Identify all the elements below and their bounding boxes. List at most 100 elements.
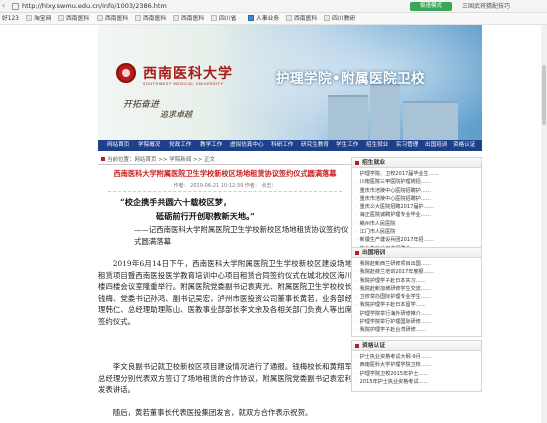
bookmark-item[interactable]: 人事业务 (248, 15, 279, 23)
bookmark-item[interactable]: 西南医科 (97, 15, 128, 23)
page-icon (173, 15, 179, 21)
sidebar-news-link[interactable]: 江门市人民医院 (356, 228, 481, 236)
sidebar-news-link[interactable]: 重庆市涪陵中心医院招聘护…… (356, 187, 481, 195)
sidebar-news-link[interactable]: 新疆生产建设兵团2017年招…… (356, 236, 481, 244)
sidebar-news-link[interactable]: 赣州市人民医院 (356, 220, 481, 228)
bookmark-item[interactable]: 好123 (2, 15, 19, 23)
page-icon (211, 15, 217, 21)
breadcrumb-home-link[interactable]: 网站首页 (135, 157, 157, 163)
bookmarks-bar: 好123 淘宝网 西南医科 西南医科 西南医科 西南医科 四川省 人事业务 西南… (0, 13, 547, 25)
building-image (328, 95, 368, 140)
sidebar-news-link[interactable]: 重庆市涪陵中心医院招聘护…… (356, 195, 481, 203)
sidebar-certification-list: 护士执业资格考试大纲-9月…… 西南医科大学护理学院卫校…… 护理学院卫校201… (352, 351, 481, 386)
sidebar-news-link[interactable]: 2015年护士执业资格考试…… (356, 378, 481, 386)
main-nav: 网站首页 学院概况 党政工作 教学工作 虚拟仿真中心 科研工作 研究生教育 学生… (98, 140, 482, 151)
breadcrumb-current: 正文 (204, 157, 216, 163)
sidebar-admission-heading: 招生就业 (352, 158, 481, 168)
motto-line-1: 开拓奋进 (123, 100, 160, 110)
nav-item-teaching[interactable]: 教学工作 (200, 140, 222, 151)
breadcrumb-separator: >> (158, 157, 168, 163)
page-scrollbar[interactable] (541, 25, 547, 423)
page-icon (12, 3, 19, 10)
bookmark-item[interactable]: 淘宝网 (26, 15, 51, 23)
sidebar-news-link[interactable]: 西南医科大学护理学院卫校…… (356, 361, 481, 369)
article-paragraph: 2019年6月14日下午，西南医科大学附属医院卫生学校新校区建设场地租赁项目暨西… (98, 259, 352, 326)
site-banner: 西南医科大学 SOUTHWEST MEDICAL UNIVERSITY 开拓奋进… (98, 25, 482, 140)
building-image (403, 101, 458, 140)
page-icon (248, 15, 254, 21)
university-logo[interactable] (116, 63, 136, 83)
sidebar-news-link[interactable]: 我院护理学子赴台湾研修…… (356, 326, 481, 334)
bookmark-item[interactable]: 西南医科 (286, 15, 317, 23)
breadcrumb-label: 当前位置 (107, 157, 130, 163)
url-field[interactable]: http://hlxy.swmu.edu.cn/info/1003/2386.h… (22, 2, 167, 11)
bookmark-item[interactable]: 四川省 (211, 15, 236, 23)
page-icon (324, 15, 330, 21)
article-subtitle: ——记西南医科大学附属医院卫生学校新校区场地租赁协议签约仪式圆满落幕 (134, 225, 349, 246)
sidebar-admission-list: 护理学院、卫校2017届毕业生…… 川南医院三甲医院护理岗招…… 重庆市涪陵中心… (352, 168, 481, 253)
nav-item-home[interactable]: 网站首页 (107, 140, 129, 151)
section-marker-icon (355, 344, 359, 348)
college-title: 护理学院•附属医院卫校 (276, 71, 426, 87)
sidebar-abroad-box: 出国培训 我院赴新西兰研修项目出国…… 我院赴荷兰培训2017年度报…… 我院护… (351, 247, 482, 337)
sidebar-news-link[interactable]: 护理学院卫校2015年护士…… (356, 370, 481, 378)
back-arrow-icon[interactable]: ‹ (2, 1, 5, 11)
sidebar-news-link[interactable]: 我院赴荷兰培训2017年度报…… (356, 268, 481, 276)
sidebar-news-link[interactable]: 川南医院三甲医院护理岗招…… (356, 178, 481, 186)
nav-item-certification[interactable]: 资格认证 (453, 140, 475, 151)
bookmark-item[interactable]: 西南医科 (135, 15, 166, 23)
school-name: 西南医科大学 (143, 66, 233, 82)
article-quote-line-2: 砥砺前行开创职教新天地。” (156, 211, 255, 221)
nav-item-graduate[interactable]: 研究生教育 (301, 140, 329, 151)
nav-item-overview[interactable]: 学院概况 (138, 140, 160, 151)
nav-item-abroad[interactable]: 出国培训 (425, 140, 447, 151)
nav-item-research[interactable]: 科研工作 (271, 140, 293, 151)
article-meta: 作者： 2019-06-21 10:12:39 作者： 点击： (173, 183, 277, 189)
sidebar-certification-heading: 资格认证 (352, 341, 481, 351)
sidebar-news-link[interactable]: 护理学院举行海外研修推介…… (356, 310, 481, 318)
sidebar-news-link[interactable]: 护理学院举行护理国际研修…… (356, 318, 481, 326)
article-title: 西南医科大学附属医院卫生学校新校区场地租赁协议签约仪式圆满落幕 (113, 169, 337, 178)
sidebar-news-link[interactable]: 卫校举办国际护理专业学生…… (356, 293, 481, 301)
nav-item-admission[interactable]: 招生就业 (366, 140, 388, 151)
sidebar-news-link[interactable]: 我院护理学子赴日本留学…… (356, 301, 481, 309)
speed-mode-button[interactable]: 极速模式 (410, 2, 452, 11)
breadcrumb-news-link[interactable]: 学院新闻 (169, 157, 191, 163)
page-icon (97, 15, 103, 21)
sidebar-abroad-heading: 出国培训 (352, 248, 481, 258)
bookmark-item[interactable]: 西南医科 (173, 15, 204, 23)
bookmark-item[interactable]: 西南医科 (58, 15, 89, 23)
nav-item-student[interactable]: 学生工作 (336, 140, 358, 151)
page-icon (135, 15, 141, 21)
sidebar-news-link[interactable]: 我院赴新加坡研修学生交流…… (356, 285, 481, 293)
sidebar-news-link[interactable]: 我院护理学子赴日本实习…… (356, 277, 481, 285)
sidebar-news-link[interactable]: 重庆义大医院招聘2017届护…… (356, 203, 481, 211)
section-marker-icon (355, 161, 359, 165)
scrollbar-thumb[interactable] (542, 65, 546, 125)
page-icon (58, 15, 64, 21)
page-icon (26, 15, 32, 21)
article-quote-line-1: “校企携手共圆六十载校区梦， (120, 197, 232, 207)
sidebar-abroad-list: 我院赴新西兰研修项目出国…… 我院赴荷兰培训2017年度报…… 我院护理学子赴日… (352, 258, 481, 335)
motto-line-2: 追求卓越 (160, 110, 192, 119)
nav-item-internship[interactable]: 实习管理 (396, 140, 418, 151)
nav-item-party[interactable]: 党政工作 (169, 140, 191, 151)
sidebar-news-link[interactable]: 我院赴新西兰研修项目出国…… (356, 260, 481, 268)
sidebar-admission-box: 招生就业 护理学院、卫校2017届毕业生…… 川南医院三甲医院护理岗招…… 重庆… (351, 157, 482, 257)
article-divider (108, 191, 342, 192)
bookmark-item[interactable]: 四川教研 (324, 15, 355, 23)
browser-recommendation-link[interactable]: 三国武将猜配技巧 (462, 2, 510, 11)
breadcrumb: 当前位置：网站首页 >> 学院新闻 >> 正文 (98, 155, 352, 165)
nav-item-simulation[interactable]: 虚拟仿真中心 (230, 140, 264, 151)
sidebar-news-link[interactable]: 护理学院、卫校2017届毕业生…… (356, 170, 481, 178)
section-marker-icon (355, 251, 359, 255)
school-english-name: SOUTHWEST MEDICAL UNIVERSITY (143, 81, 224, 86)
sidebar-certification-box: 资格认证 护士执业资格考试大纲-9月…… 西南医科大学护理学院卫校…… 护理学院… (351, 340, 482, 392)
page-icon (286, 15, 292, 21)
article-paragraph: 李文良副书记就卫校新校区项目建设情况进行了通报。钱梅校长和黄翔军总经理分别代表双… (98, 362, 352, 394)
article-paragraph: 随后，黄若董事长代表医投集团发言，就双方合作表示祝贺。 (112, 408, 313, 417)
sidebar-news-link[interactable]: 护士执业资格考试大纲-9月…… (356, 353, 481, 361)
address-bar: ‹ http://hlxy.swmu.edu.cn/info/1003/2386… (0, 0, 547, 13)
sidebar-news-link[interactable]: 海正医院诚聘护理专业毕业…… (356, 211, 481, 219)
breadcrumb-separator: >> (193, 157, 203, 163)
